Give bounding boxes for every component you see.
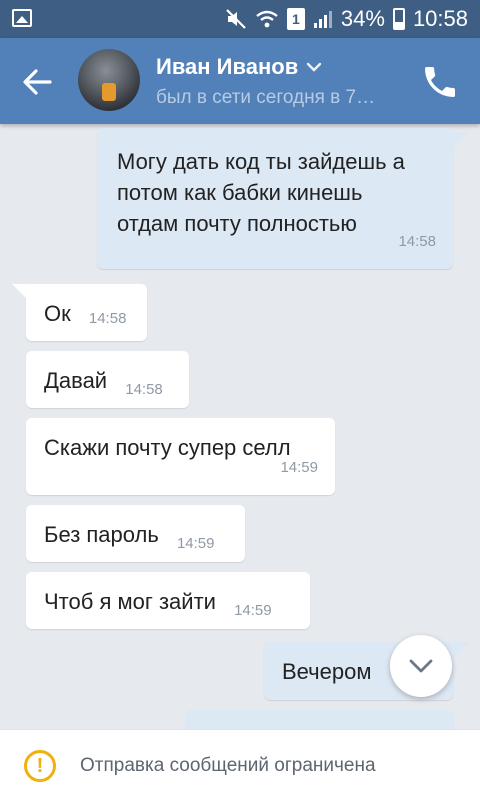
battery-percent: 34% xyxy=(340,6,385,31)
back-arrow-icon xyxy=(23,69,52,95)
message-text: Давай xyxy=(44,368,108,393)
message-text: Могу дать код ты зайдешь а потом как баб… xyxy=(117,149,405,236)
chevron-down-icon xyxy=(409,659,433,673)
message-tail-icon xyxy=(451,132,469,148)
status-bar: 1 34% 10:58 xyxy=(0,0,480,38)
message-time: 14:59 xyxy=(176,535,215,552)
message-outgoing[interactable] xyxy=(186,710,453,729)
contact-status: был в сети сегодня в 7… xyxy=(156,87,376,108)
restriction-text: Отправка сообщений ограничена xyxy=(80,755,376,776)
compose-restricted-bar: ! Отправка сообщений ограничена xyxy=(0,729,480,800)
message-outgoing[interactable]: Могу дать код ты зайдешь а потом как баб… xyxy=(97,128,453,269)
message-text: Ок xyxy=(44,301,71,326)
message-tail-icon xyxy=(451,642,469,658)
message-time: 14:58 xyxy=(88,310,127,327)
call-button[interactable] xyxy=(420,62,460,102)
message-incoming[interactable]: Давай 14:58 xyxy=(26,351,189,408)
back-button[interactable] xyxy=(16,60,60,104)
message-incoming[interactable]: Скажи почту супер селл 14:59 xyxy=(26,418,335,495)
message-incoming[interactable]: Чтоб я мог зайти 14:59 xyxy=(26,572,310,629)
scroll-to-bottom-button[interactable] xyxy=(390,635,452,697)
phone-icon xyxy=(425,67,455,97)
message-time: 14:58 xyxy=(125,381,163,398)
wifi-icon xyxy=(256,10,278,28)
avatar[interactable] xyxy=(78,49,140,111)
message-text: Вечером xyxy=(282,659,372,684)
status-time: 10:58 xyxy=(412,6,468,31)
message-incoming[interactable]: Ок 14:58 xyxy=(26,284,147,341)
contact-name[interactable]: Иван Иванов xyxy=(156,54,322,80)
message-text: Без пароль xyxy=(44,522,159,547)
mute-icon xyxy=(226,9,246,29)
message-incoming[interactable]: Без пароль 14:59 xyxy=(26,505,245,562)
message-time: 14:59 xyxy=(234,602,272,619)
gallery-icon xyxy=(12,9,32,27)
battery-icon xyxy=(392,8,405,30)
message-text: Чтоб я мог зайти xyxy=(44,589,216,614)
sim-icon: 1 xyxy=(286,8,305,30)
contact-name-text: Иван Иванов xyxy=(156,54,299,79)
chevron-down-icon xyxy=(307,62,322,72)
chat-header: Иван Иванов был в сети сегодня в 7… xyxy=(0,38,480,124)
signal-icon xyxy=(313,11,332,28)
message-time: 14:59 xyxy=(280,459,318,476)
warning-icon: ! xyxy=(24,750,56,782)
message-time: 14:58 xyxy=(398,233,436,250)
